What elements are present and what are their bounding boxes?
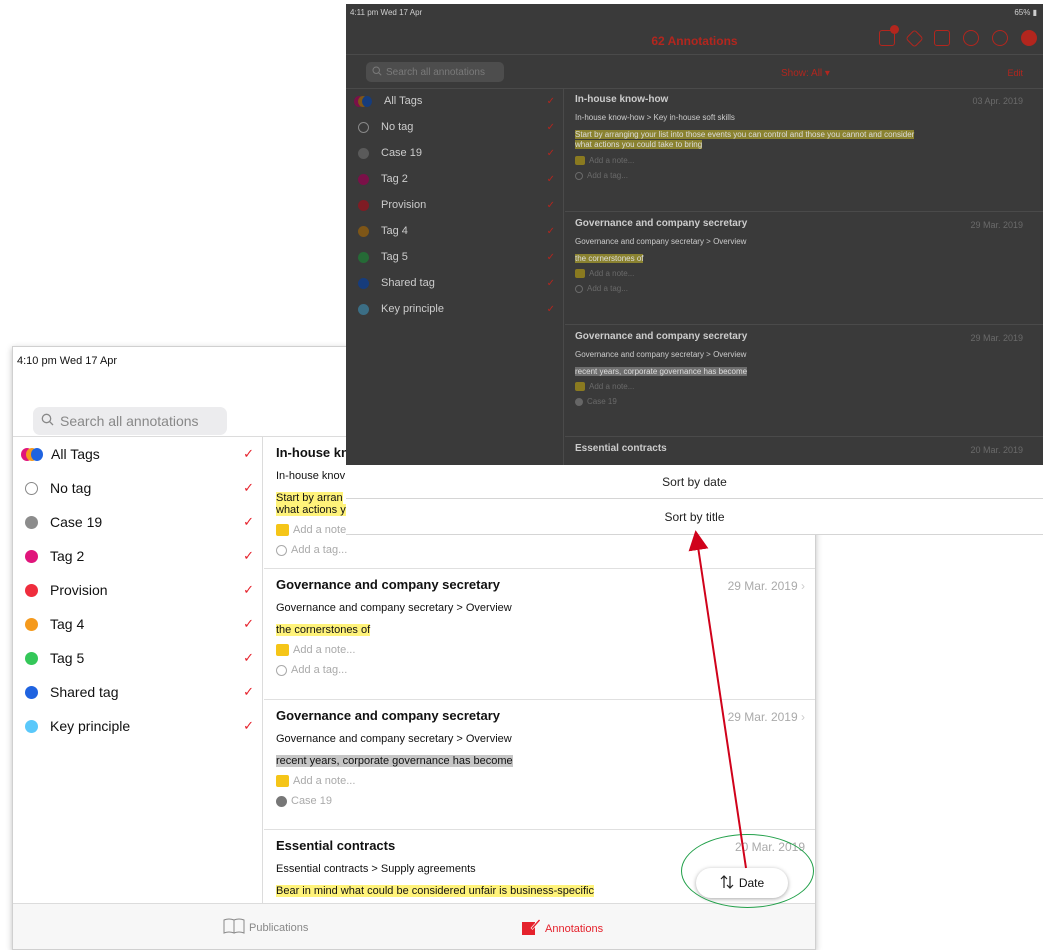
callout-arrow — [688, 530, 747, 869]
